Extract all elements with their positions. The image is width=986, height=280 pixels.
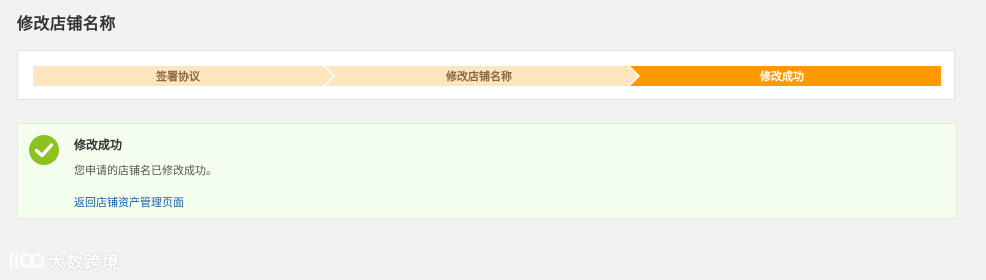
success-message: 您申请的店铺名已修改成功。 xyxy=(74,164,217,177)
return-store-asset-management-link[interactable]: 返回店铺资产管理页面 xyxy=(74,194,184,210)
progress-steps-panel: 签署协议 修改店铺名称 修改成功 xyxy=(17,50,955,100)
step-3-label: 修改成功 xyxy=(759,69,804,83)
watermark-logo-icon xyxy=(9,251,44,270)
watermark-text: 大数跨境 xyxy=(48,253,120,273)
page-title: 修改店铺名称 xyxy=(17,14,117,33)
step-2-label: 修改店铺名称 xyxy=(445,69,512,83)
watermark: 大数跨境 xyxy=(8,248,120,273)
progress-steps: 签署协议 修改店铺名称 修改成功 xyxy=(33,66,941,86)
success-panel: 修改成功 您申请的店铺名已修改成功。 返回店铺资产管理页面 xyxy=(17,123,957,219)
step-1-label: 签署协议 xyxy=(155,69,201,83)
success-title: 修改成功 xyxy=(74,138,123,152)
check-circle-icon xyxy=(29,135,59,165)
